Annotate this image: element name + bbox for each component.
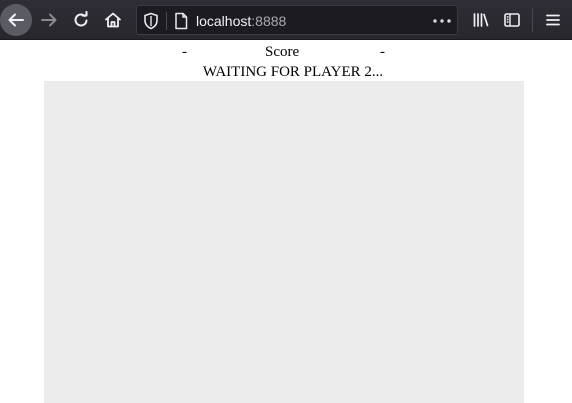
sidebar-button[interactable] <box>496 4 528 36</box>
back-arrow-icon <box>8 13 24 27</box>
home-button[interactable] <box>97 4 129 36</box>
url-host: localhost <box>196 13 252 29</box>
page-icon[interactable] <box>173 12 189 30</box>
reload-button[interactable] <box>65 4 97 36</box>
score-label: Score <box>265 44 300 60</box>
url-bar[interactable]: localhost:8888 <box>136 5 458 35</box>
forward-button[interactable] <box>33 4 65 36</box>
library-icon <box>473 13 489 27</box>
more-actions-icon[interactable] <box>433 19 451 23</box>
url-port: :8888 <box>251 13 287 29</box>
url-text[interactable]: localhost:8888 <box>196 13 286 29</box>
forward-arrow-icon <box>41 13 57 27</box>
player1-score: - <box>182 44 187 60</box>
score-row: - Score - <box>0 44 572 63</box>
browser-toolbar: localhost:8888 <box>0 0 572 40</box>
game-canvas[interactable] <box>44 81 524 403</box>
player2-score: - <box>380 44 385 60</box>
hamburger-menu-icon <box>546 14 560 26</box>
page-content: - Score - WAITING FOR PLAYER 2... <box>0 41 572 403</box>
sidebar-icon <box>504 13 520 27</box>
menu-button[interactable] <box>537 4 569 36</box>
game-status: WAITING FOR PLAYER 2... <box>202 64 384 80</box>
library-button[interactable] <box>465 4 497 36</box>
reload-icon <box>74 11 88 27</box>
urlbar-separator <box>166 12 167 30</box>
tracking-shield-icon[interactable] <box>143 12 159 30</box>
back-button[interactable] <box>0 4 32 36</box>
toolbar-divider <box>532 8 533 32</box>
home-icon <box>105 12 121 28</box>
